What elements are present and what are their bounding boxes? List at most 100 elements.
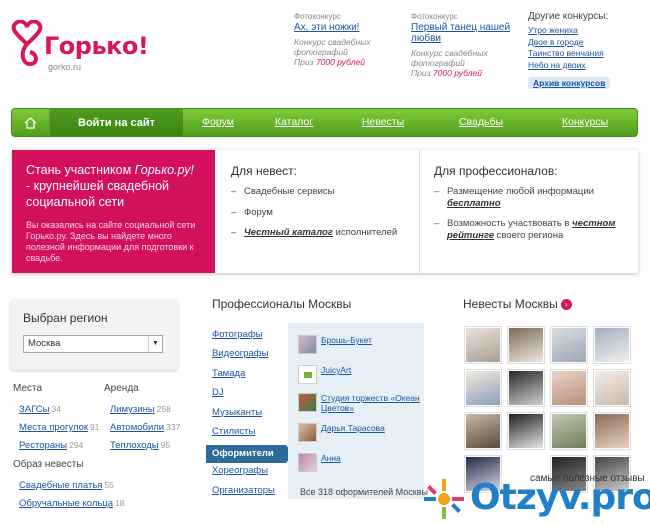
all-professionals-link[interactable]: Все 318 оформителей Москвы <box>300 487 428 497</box>
category-link[interactable]: ЗАГСы <box>19 404 49 415</box>
category-link[interactable]: Рестораны <box>19 440 67 451</box>
bride-photo[interactable] <box>594 413 630 449</box>
other-contests-title: Другие конкурсы: <box>528 11 609 22</box>
brides-title-text: Невесты Москвы <box>463 297 558 311</box>
hero-pros-item-rest: своего региона <box>494 229 564 241</box>
bride-photo[interactable] <box>594 327 630 363</box>
other-contest-link[interactable]: Двое в городе <box>528 37 646 49</box>
pro-category-active-tab[interactable]: Оформители <box>206 445 294 464</box>
logo-subtitle: gorko.ru <box>48 62 82 72</box>
pro-name-link[interactable]: Дарья Тарасова <box>321 423 385 433</box>
hero-brides-item: Честный каталог исполнителей <box>231 227 406 239</box>
contest-desc: Конкурс свадебных фотографий <box>294 37 371 57</box>
dropdown-arrow-icon[interactable]: ▼ <box>148 336 162 352</box>
contest-title-link[interactable]: Ах, эти ножки! <box>294 22 404 33</box>
region-select[interactable]: Москва ▼ <box>23 335 163 353</box>
hero-title: Стань участником Горько.ру! - крупнейшей… <box>26 162 201 210</box>
nav-forum[interactable]: Форум <box>202 109 234 136</box>
nav-catalog[interactable]: Каталог <box>275 109 313 136</box>
category-count: 55 <box>104 480 114 490</box>
pro-name-link[interactable]: Анна <box>321 453 341 463</box>
contest-prize: Приз 7000 рублей <box>411 68 521 78</box>
pro-avatar <box>298 453 317 472</box>
bride-photo[interactable] <box>508 327 544 363</box>
pro-name-link[interactable]: Студия торжеств «Океан Цветов» <box>321 393 421 413</box>
login-button[interactable]: Войти на сайт <box>50 109 183 136</box>
hero-pros-column: Для профессионалов: Размещение любой инф… <box>420 150 638 273</box>
category-count: 18 <box>115 498 125 508</box>
home-button[interactable] <box>12 109 50 136</box>
contest-title-link[interactable]: Первый танец нашей любви <box>411 22 521 44</box>
professionals-list-panel: Брошь-Букет JuicyArt Студия торжеств «Ок… <box>288 323 428 499</box>
category-count: 91 <box>90 422 100 432</box>
hero-brides-title: Для невест: <box>231 164 298 178</box>
bride-photo[interactable] <box>508 413 544 449</box>
home-icon <box>24 116 37 129</box>
contest-kind: Фотоконкурс <box>294 12 341 21</box>
bride-photo[interactable] <box>465 413 501 449</box>
pro-list-item[interactable]: JuicyArt <box>298 365 351 384</box>
pro-name-link[interactable]: JuicyArt <box>321 365 351 375</box>
category-rent: Аренда Лимузины 258 Автомобили 337 Теплохо… <box>104 383 180 453</box>
nav-weddings[interactable]: Свадьбы <box>459 109 503 136</box>
contest-block-1: Фотоконкурс Ах, эти ножки! Конкурс сваде… <box>294 11 404 67</box>
bride-photo[interactable] <box>594 370 630 406</box>
bride-photo[interactable] <box>465 370 501 406</box>
pro-category-link[interactable]: Организаторы <box>212 485 290 504</box>
pro-category-link[interactable]: Хореографы <box>212 465 290 484</box>
arrow-right-icon[interactable]: › <box>560 299 572 311</box>
pro-name-link[interactable]: Брошь-Букет <box>321 335 372 345</box>
prize-value: 7000 рублей <box>432 68 482 78</box>
bride-photo[interactable] <box>508 370 544 406</box>
category-link[interactable]: Свадебные платья <box>19 480 102 491</box>
category-list: ЗАГСы 34 Места прогулок 91 Рестораны 294 <box>13 399 100 453</box>
contest-prize: Приз 7000 рублей <box>294 57 404 67</box>
bride-photo[interactable] <box>551 413 587 449</box>
pro-avatar <box>298 393 317 412</box>
site-logo[interactable]: Горько! gorko.ru <box>10 20 150 75</box>
hero-banner: Стань участником Горько.ру! - крупнейшей… <box>12 150 638 273</box>
prize-label: Приз <box>294 57 314 67</box>
other-contest-link[interactable]: Таинство венчания <box>528 48 646 60</box>
category-places: Места ЗАГСы 34 Места прогулок 91 Рестораны… <box>13 383 100 453</box>
nav-brides[interactable]: Невесты <box>362 109 404 136</box>
pro-category-link[interactable]: Музыканты <box>212 407 290 426</box>
hero-pros-item: Возможность участвовать в честном рейтин… <box>434 218 624 241</box>
category-link[interactable]: Автомобили <box>110 422 164 433</box>
other-contest-link[interactable]: Утро жениха <box>528 25 646 37</box>
bride-photo[interactable] <box>551 327 587 363</box>
professionals-title: Профессионалы Москвы <box>212 297 352 311</box>
region-title: Выбран регион <box>23 311 108 325</box>
main-nav: Войти на сайт Форум Каталог Невесты Свад… <box>11 108 638 137</box>
pro-category-link[interactable]: Тамада <box>212 368 290 387</box>
hero-pros-item: Размещение любой информации бесплатно <box>434 186 624 209</box>
hero-pros-item-text: Размещение любой информации <box>447 186 594 197</box>
contest-archive-button[interactable]: Архив конкурсов <box>528 77 611 89</box>
free-link[interactable]: бесплатно <box>447 198 501 209</box>
hero-title-pre: Стань участником <box>26 163 135 177</box>
honest-catalog-link[interactable]: Честный каталог <box>244 227 333 238</box>
category-link[interactable]: Места прогулок <box>19 422 88 433</box>
bride-photo[interactable] <box>465 327 501 363</box>
nav-contests[interactable]: Конкурсы <box>562 109 608 136</box>
pro-list-item[interactable]: Анна <box>298 453 341 472</box>
region-box: Выбран регион Москва ▼ <box>11 299 178 370</box>
category-title: Аренда <box>104 383 139 394</box>
category-link[interactable]: Обручальные кольца <box>19 498 113 509</box>
brides-title: Невесты Москвы › <box>463 297 572 311</box>
other-contest-link[interactable]: Небо на двоих <box>528 60 646 72</box>
pro-category-link[interactable]: Видеографы <box>212 348 290 367</box>
pro-category-link[interactable]: Фотографы <box>212 329 290 348</box>
pro-list-item[interactable]: Брошь-Букет <box>298 335 372 354</box>
pro-list-item[interactable]: Дарья Тарасова <box>298 423 385 442</box>
bride-photo[interactable] <box>551 370 587 406</box>
category-link[interactable]: Теплоходы <box>110 440 159 451</box>
category-bride-look: Образ невесты Свадебные платья 55 Обручал… <box>13 459 125 511</box>
category-list: Свадебные платья 55 Обручальные кольца 18 <box>13 475 125 511</box>
pro-category-link[interactable]: Стилисты <box>212 426 290 445</box>
pro-category-link[interactable]: DJ <box>212 387 290 406</box>
category-count: 337 <box>166 422 181 432</box>
pro-list-item[interactable]: Студия торжеств «Океан Цветов» <box>298 393 421 413</box>
prize-value: 7000 рублей <box>315 57 365 67</box>
category-link[interactable]: Лимузины <box>110 404 155 415</box>
